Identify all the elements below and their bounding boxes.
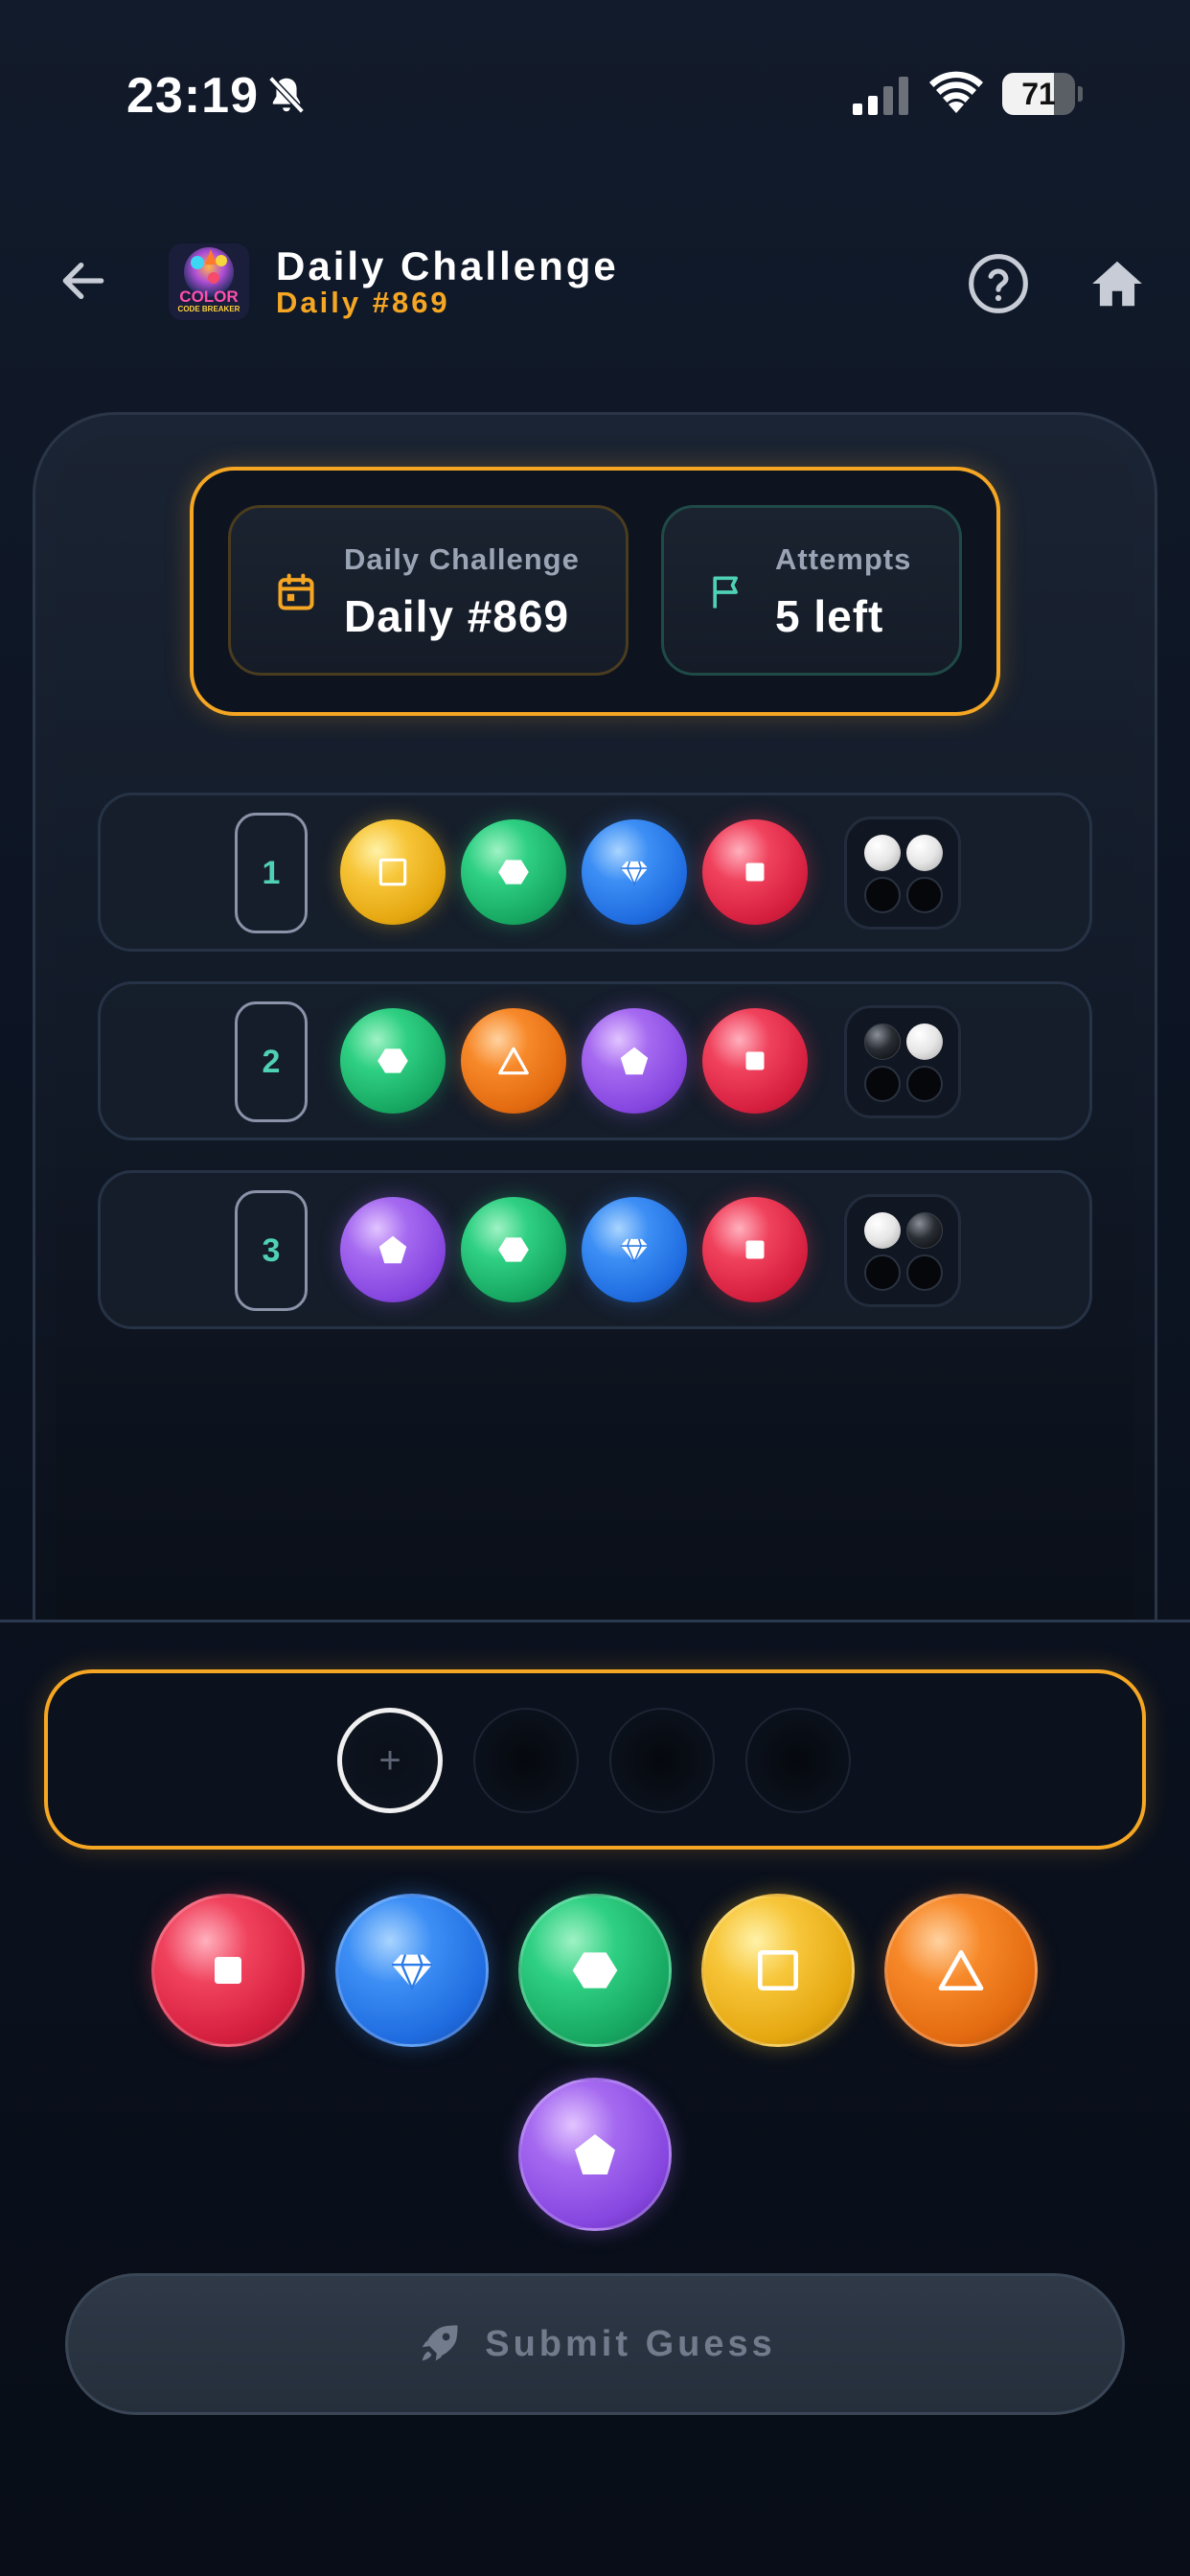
feedback-pegs: [844, 816, 961, 930]
daily-challenge-label: Daily Challenge: [344, 542, 580, 576]
status-bar: 23:19 71: [0, 0, 1190, 192]
arrow-left-icon: [62, 262, 104, 300]
feedback-peg-white: [906, 835, 943, 871]
cellular-signal-icon: [853, 77, 908, 115]
yellow-peg: [340, 819, 446, 925]
feedback-peg-empty: [864, 1254, 901, 1291]
square-icon: [737, 1043, 773, 1079]
square-outline-icon: [375, 854, 411, 890]
hexagon-icon: [568, 1944, 622, 1997]
green-peg: [340, 1008, 446, 1114]
guess-slot-1[interactable]: +: [337, 1708, 443, 1813]
current-guess-frame: [44, 1669, 1146, 1850]
submit-guess-label: Submit Guess: [485, 2323, 776, 2364]
add-icon: +: [378, 1739, 401, 1782]
feedback-peg-empty: [906, 1066, 943, 1102]
purple-peg: [582, 1008, 687, 1114]
diamond-icon: [385, 1944, 439, 1997]
palette-green-peg[interactable]: [518, 1894, 672, 2047]
rocket-icon: [422, 2325, 458, 2361]
green-peg: [461, 1197, 566, 1302]
guess-row: 3: [98, 1170, 1092, 1329]
attempts-value: 5 left: [775, 591, 884, 641]
page-subtitle: Daily #869: [276, 286, 450, 319]
triangle-icon: [495, 1043, 532, 1079]
daily-challenge-card: Daily Challenge Daily #869: [228, 505, 629, 676]
red-peg: [702, 1008, 808, 1114]
logo-subtext: CODE BREAKER: [177, 305, 240, 313]
feedback-peg-empty: [864, 1066, 901, 1102]
board-divider: [0, 1620, 1190, 1622]
guess-row: 1: [98, 793, 1092, 952]
page-title: Daily Challenge: [276, 243, 619, 288]
flag-icon: [713, 576, 738, 609]
pentagon-icon: [375, 1231, 411, 1268]
feedback-peg-empty: [864, 877, 901, 913]
feedback-peg-black: [906, 1212, 943, 1249]
purple-peg: [340, 1197, 446, 1302]
guess-row: 2: [98, 981, 1092, 1140]
logo-text: COLOR: [179, 288, 239, 306]
guess-slot-3[interactable]: [609, 1708, 715, 1813]
guess-slot-2[interactable]: [473, 1708, 579, 1813]
feedback-pegs: [844, 1194, 961, 1307]
orange-peg: [461, 1008, 566, 1114]
pentagon-icon: [616, 1043, 652, 1079]
red-peg: [702, 1197, 808, 1302]
blue-peg: [582, 1197, 687, 1302]
hexagon-icon: [495, 854, 532, 890]
hexagon-icon: [375, 1043, 411, 1079]
blue-peg: [582, 819, 687, 925]
battery-level: 71: [1021, 77, 1056, 111]
diamond-icon: [616, 854, 652, 890]
feedback-peg-white: [864, 835, 901, 871]
square-outline-icon: [751, 1944, 805, 1997]
help-button[interactable]: [962, 247, 1035, 320]
submit-guess-button[interactable]: Submit Guess: [65, 2273, 1125, 2415]
feedback-peg-black: [864, 1024, 901, 1060]
square-icon: [737, 854, 773, 890]
pentagon-icon: [568, 2128, 622, 2181]
home-button[interactable]: [1081, 247, 1154, 320]
hexagon-icon: [495, 1231, 532, 1268]
attempts-card: Attempts 5 left: [661, 505, 962, 676]
bell-muted-icon: [268, 76, 305, 114]
palette-orange-peg[interactable]: [884, 1894, 1038, 2047]
triangle-icon: [934, 1944, 988, 1997]
palette-purple-peg[interactable]: [518, 2078, 672, 2231]
status-time: 23:19: [126, 68, 259, 124]
palette-red-peg[interactable]: [151, 1894, 305, 2047]
app-logo: COLOR CODE BREAKER: [169, 243, 249, 320]
feedback-peg-white: [864, 1212, 901, 1249]
square-icon: [737, 1231, 773, 1268]
palette-yellow-peg[interactable]: [701, 1894, 855, 2047]
wifi-icon: [929, 71, 983, 113]
back-button[interactable]: [50, 247, 117, 314]
battery-indicator: 71: [1002, 73, 1083, 115]
green-peg: [461, 819, 566, 925]
diamond-icon: [616, 1231, 652, 1268]
home-icon: [1092, 261, 1142, 307]
guess-slot-4[interactable]: [745, 1708, 851, 1813]
feedback-peg-empty: [906, 877, 943, 913]
attempts-label: Attempts: [775, 542, 912, 576]
help-icon: [969, 254, 1028, 313]
feedback-peg-white: [906, 1024, 943, 1060]
feedback-peg-empty: [906, 1254, 943, 1291]
daily-challenge-value: Daily #869: [344, 591, 570, 641]
square-icon: [201, 1944, 255, 1997]
row-number: 2: [235, 1001, 308, 1122]
row-number: 1: [235, 813, 308, 933]
feedback-pegs: [844, 1005, 961, 1118]
calendar-icon: [278, 573, 314, 610]
row-number: 3: [235, 1190, 308, 1311]
palette-blue-peg[interactable]: [335, 1894, 489, 2047]
red-peg: [702, 819, 808, 925]
